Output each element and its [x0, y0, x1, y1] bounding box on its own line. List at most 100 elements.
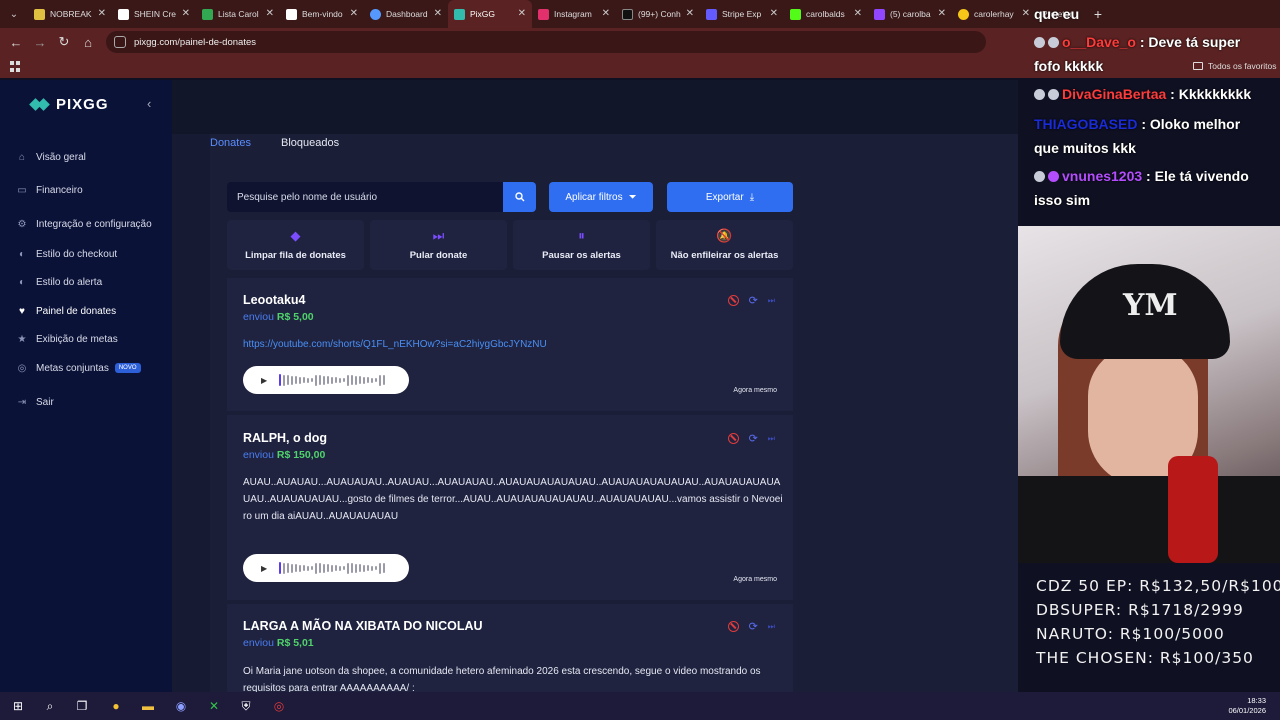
sidebar-item-label: Estilo do alerta [36, 276, 103, 288]
apps-grid-icon[interactable] [10, 61, 21, 72]
task-view-icon[interactable]: ❐ [74, 698, 90, 714]
browser-tab[interactable]: Stripe Exp ✕ [700, 0, 784, 28]
collapse-sidebar-chevron-icon[interactable]: ‹ [147, 96, 151, 111]
sidebar-item-integracao[interactable]: ⚙ Integração e configuração [16, 218, 152, 230]
replay-icon[interactable]: ⟳ [749, 294, 758, 307]
search-icon[interactable]: ⌕ [42, 698, 58, 714]
skip-icon[interactable]: ⏭ [768, 434, 775, 444]
chrome-icon[interactable]: ● [108, 698, 124, 714]
close-icon[interactable]: ✕ [518, 8, 526, 19]
waveform-bar [279, 374, 282, 386]
close-icon[interactable]: ✕ [266, 8, 274, 19]
browser-tab[interactable]: (99+) Conh ✕ [616, 0, 700, 28]
waveform-bar [283, 374, 286, 386]
xbox-icon[interactable]: ✕ [206, 698, 222, 714]
shield-icon[interactable]: ⛨ [238, 698, 254, 714]
obs-icon[interactable]: ◎ [271, 698, 287, 714]
home-icon[interactable]: ⌂ [76, 35, 100, 50]
block-user-icon[interactable] [727, 621, 739, 632]
search-button[interactable] [503, 182, 536, 212]
tab-favicon-icon [286, 8, 297, 20]
file-explorer-icon[interactable]: ▬ [140, 698, 156, 714]
skip-icon[interactable]: ⏭ [768, 296, 775, 306]
sidebar-item-estilo-alerta[interactable]: ◐ Estilo do alerta [16, 276, 102, 288]
url-input[interactable]: pixgg.com/painel-de-donates [106, 31, 986, 53]
site-info-icon[interactable] [114, 36, 126, 48]
tab-label: SHEIN Cre [134, 9, 177, 19]
discord-icon[interactable]: ◉ [173, 698, 189, 714]
back-arrow-icon[interactable]: ← [4, 35, 28, 50]
waveform-bar [359, 376, 362, 384]
sent-label: enviou [243, 311, 274, 323]
star-icon: ★ [17, 333, 27, 345]
sidebar-item-painel-donates[interactable]: ♥ Painel de donates [16, 305, 116, 317]
close-icon[interactable]: ✕ [602, 8, 610, 19]
sidebar-item-visao-geral[interactable]: ⌂ Visão geral [16, 151, 86, 163]
screen: ⌄ NOBREAK ✕ SHEIN Cre ✕ Lista Carol ✕ Bem-v… [0, 0, 1280, 720]
all-bookmarks-folder[interactable]: Todos os favoritos [1193, 61, 1277, 71]
browser-tab-active[interactable]: PixGG ✕ [448, 0, 532, 28]
audio-player[interactable]: ▶ [243, 554, 409, 582]
browser-tab[interactable]: (5) carolba ✕ [868, 0, 952, 28]
chat-line: fofo kkkkk [1034, 54, 1103, 78]
replay-icon[interactable]: ⟳ [749, 620, 758, 633]
close-icon[interactable]: ✕ [98, 8, 106, 19]
tab-search-icon[interactable]: ⌄ [0, 0, 28, 28]
block-user-icon[interactable] [727, 295, 739, 306]
close-icon[interactable]: ✕ [854, 8, 862, 19]
dont-queue-alerts-button[interactable]: 🔕 Não enfileirar os alertas [656, 220, 793, 270]
skip-icon[interactable]: ⏭ [768, 622, 775, 632]
emote-icon [1048, 37, 1059, 48]
clear-queue-button[interactable]: ◆ Limpar fila de donates [227, 220, 364, 270]
sidebar-item-metas-conjuntas[interactable]: ◎ Metas conjuntas NOVO [16, 362, 141, 374]
pixgg-logo[interactable]: PIXGG [30, 96, 109, 113]
sidebar-item-financeiro[interactable]: ▭ Financeiro [16, 184, 82, 196]
audio-player[interactable]: ▶ [243, 366, 409, 394]
close-icon[interactable]: ✕ [938, 8, 946, 19]
browser-tab[interactable]: Dashboard ✕ [364, 0, 448, 28]
browser-tab[interactable]: carolerhay ✕ [952, 0, 1036, 28]
windows-start-icon[interactable]: ⊞ [10, 698, 26, 714]
close-icon[interactable]: ✕ [1022, 8, 1030, 19]
pause-alerts-button[interactable]: ⏸ Pausar os alertas [513, 220, 650, 270]
browser-tab[interactable]: SHEIN Cre ✕ [112, 0, 196, 28]
waveform-bar [299, 564, 302, 572]
block-user-icon[interactable] [727, 433, 739, 444]
sidebar-item-sair[interactable]: ⇥ Sair [16, 396, 54, 408]
donate-link[interactable]: https://youtube.com/shorts/Q1FL_nEKHOw?s… [243, 339, 547, 350]
close-icon[interactable]: ✕ [350, 8, 358, 19]
browser-tab[interactable]: Lista Carol ✕ [196, 0, 280, 28]
close-icon[interactable]: ✕ [434, 8, 442, 19]
audio-waveform[interactable] [279, 373, 387, 387]
tab-bloqueados[interactable]: Bloqueados [281, 137, 339, 149]
waveform-bar [363, 564, 366, 572]
sidebar-item-estilo-checkout[interactable]: ◐ Estilo do checkout [16, 248, 117, 260]
play-icon[interactable]: ▶ [261, 376, 267, 385]
donate-card: LARGA A MÃO NA XIBATA DO NICOLAU enviou … [227, 604, 793, 694]
browser-tab[interactable]: Bem-vindo ✕ [280, 0, 364, 28]
search-input[interactable]: Pesquise pelo nome de usuário [227, 182, 503, 212]
waveform-bar [295, 564, 298, 572]
tab-label: (99+) Conh [638, 9, 681, 19]
donate-time: Agora mesmo [733, 387, 777, 394]
play-icon[interactable]: ▶ [261, 564, 267, 573]
browser-tab[interactable]: Instagram ✕ [532, 0, 616, 28]
apply-filters-button[interactable]: Aplicar filtros ⏷ [549, 182, 653, 212]
reload-icon[interactable]: ↻ [52, 34, 76, 50]
browser-tab[interactable]: carolbalds ✕ [784, 0, 868, 28]
system-clock[interactable]: 18:33 06/01/2026 [1228, 696, 1266, 716]
skip-donate-button[interactable]: ⏭ Pular donate [370, 220, 507, 270]
tab-donates[interactable]: Donates [210, 137, 251, 149]
close-icon[interactable]: ✕ [182, 8, 190, 19]
sidebar-item-label: Painel de donates [36, 305, 117, 317]
sidebar-item-exibicao-metas[interactable]: ★ Exibição de metas [16, 333, 118, 345]
forward-arrow-icon[interactable]: → [28, 35, 52, 50]
new-tab-plus-icon[interactable]: + [1086, 6, 1110, 22]
close-icon[interactable]: ✕ [770, 8, 778, 19]
action-label: Pular donate [409, 250, 468, 261]
export-button[interactable]: Exportar ⤓ [667, 182, 793, 212]
close-icon[interactable]: ✕ [686, 8, 694, 19]
audio-waveform[interactable] [279, 561, 387, 575]
browser-tab[interactable]: NOBREAK ✕ [28, 0, 112, 28]
replay-icon[interactable]: ⟳ [749, 432, 758, 445]
